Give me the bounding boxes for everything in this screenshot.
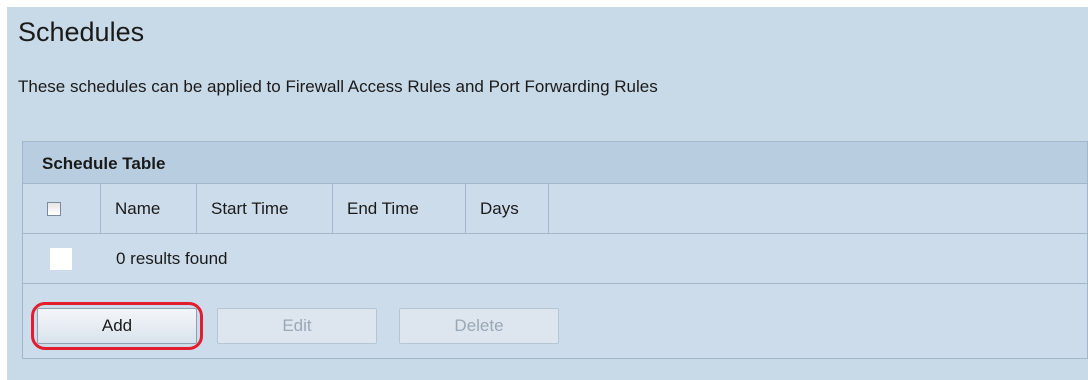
row-checkbox xyxy=(50,247,72,270)
column-header-end-time[interactable]: End Time xyxy=(333,184,466,233)
column-header-days[interactable]: Days xyxy=(466,184,549,233)
add-button[interactable]: Add xyxy=(37,308,197,344)
schedule-table-header: Schedule Table xyxy=(23,142,1087,184)
select-all-checkbox[interactable] xyxy=(47,201,61,216)
empty-results-row: 0 results found xyxy=(23,234,1087,284)
column-header-label: Start Time xyxy=(211,198,289,218)
delete-button: Delete xyxy=(399,308,559,344)
column-header-label: Days xyxy=(480,198,519,218)
schedule-table-title: Schedule Table xyxy=(42,154,166,173)
column-header-name[interactable]: Name xyxy=(101,184,197,233)
schedule-table-panel: Schedule Table Name Start Time End Time … xyxy=(22,141,1088,359)
schedules-page: Schedules These schedules can be applied… xyxy=(7,7,1088,380)
edit-button: Edit xyxy=(217,308,377,344)
column-header-label: Name xyxy=(115,198,161,218)
page-description: These schedules can be applied to Firewa… xyxy=(18,77,658,96)
table-header-row: Name Start Time End Time Days xyxy=(23,184,1087,234)
page-title: Schedules xyxy=(18,17,145,47)
empty-results-message: 0 results found xyxy=(116,248,228,268)
select-all-cell xyxy=(23,184,101,233)
column-header-label: End Time xyxy=(347,198,419,218)
row-checkbox-cell xyxy=(23,234,101,283)
column-header-start-time[interactable]: Start Time xyxy=(197,184,333,233)
